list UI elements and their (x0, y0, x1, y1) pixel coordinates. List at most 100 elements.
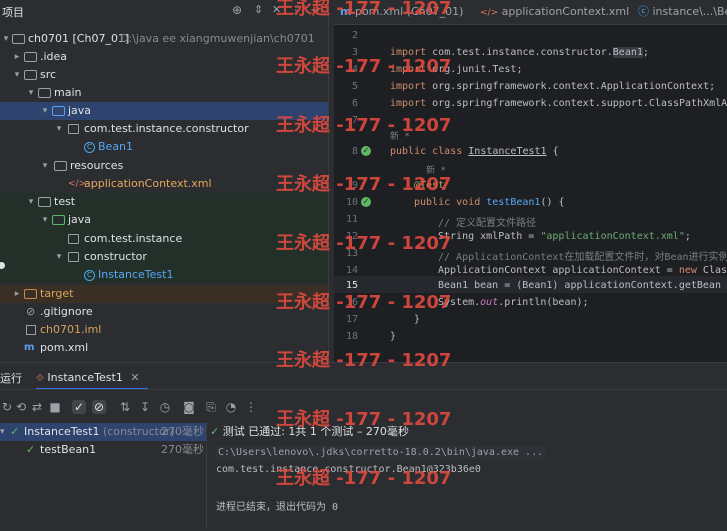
tree-row-gitignore[interactable]: ⊘ .gitignore (0, 303, 328, 321)
toggle-autotest-icon[interactable]: ⇄ (30, 400, 44, 414)
code-line-11: // 定义配置文件路径 (438, 214, 536, 229)
history-icon[interactable]: ◷ (158, 400, 172, 414)
show-ignored-icon[interactable]: ⊘ (92, 400, 106, 414)
close-icon[interactable]: ✕ (272, 3, 281, 16)
code-line-8: public class InstanceTest1 { (390, 146, 559, 157)
show-passed-icon[interactable]: ✓ (72, 400, 86, 414)
tree-label: java (68, 211, 91, 229)
line-number: 16 (334, 297, 358, 308)
run-tool-label: 运行 (0, 370, 22, 386)
rerun-failed-icon[interactable]: ⟲ (14, 400, 28, 414)
tree-row-main-java[interactable]: ▾ java (0, 102, 328, 120)
line-number: 7 (334, 115, 358, 126)
tree-row-resources[interactable]: ▾ resources (0, 157, 328, 175)
coverage-icon[interactable]: ◔ (224, 400, 238, 414)
code-line-17: } (414, 314, 420, 325)
tree-row-test-java[interactable]: ▾ java (0, 211, 328, 229)
tree-row-bean1[interactable]: C Bean1 (0, 138, 328, 156)
tree-row-main[interactable]: ▾ main (0, 84, 328, 102)
tab-label: applicationContext.xml (502, 5, 630, 18)
code-line-14: ApplicationContext applicationContext = … (438, 265, 727, 276)
line-number: 8 (334, 146, 358, 157)
chevron-down-icon[interactable]: ▾ (26, 193, 36, 211)
run-test-class-icon[interactable]: ✓ (361, 146, 371, 156)
chevron-down-icon[interactable]: ▾ (0, 423, 5, 441)
expand-collapse-icon[interactable]: ⇕ (254, 3, 263, 16)
test-duration: 270毫秒 (161, 441, 204, 459)
package-icon (68, 124, 79, 134)
tab-label: instance\...\Bean1 (653, 5, 727, 18)
line-number: 13 (334, 248, 358, 259)
tree-row-src[interactable]: ▾ src (0, 66, 328, 84)
chevron-down-icon[interactable]: ▾ (40, 102, 50, 120)
tree-row-package-test-constructor[interactable]: ▾ constructor (0, 248, 328, 266)
test-passed-icon: ✓ (210, 425, 219, 438)
test-duration: 270毫秒 (161, 423, 204, 441)
target-icon[interactable]: ⊕ (232, 3, 242, 17)
tree-label: com.test.instance (84, 230, 182, 248)
tab-run-config[interactable]: ⟐ InstanceTest1 ✕ (36, 368, 148, 390)
chevron-down-icon[interactable]: ▾ (40, 157, 50, 175)
chevron-down-icon[interactable]: ▾ (54, 248, 64, 266)
tab-bean1[interactable]: ⓒ instance\...\Bean1 (638, 0, 727, 24)
chevron-right-icon[interactable]: ▸ (12, 285, 22, 303)
chevron-right-icon[interactable]: ▸ (12, 48, 22, 66)
chevron-down-icon[interactable]: ▾ (40, 211, 50, 229)
stop-icon[interactable]: ■ (48, 400, 62, 414)
chevron-down-icon[interactable]: ▾ (54, 120, 64, 138)
console-command-line[interactable]: C:\Users\lenovo\.jdks\corretto-18.0.2\bi… (216, 446, 545, 459)
tree-label: src (40, 66, 56, 84)
tab-pom[interactable]: m pom.xml (Ch07_01) (340, 0, 463, 24)
line-number: 18 (334, 331, 358, 342)
tree-row-pom[interactable]: m pom.xml (0, 339, 328, 357)
code-line-13: // ApplicationContext在加载配置文件时，对Bean进行实例 (438, 248, 727, 263)
tree-row-idea[interactable]: ▸ .idea (0, 48, 328, 66)
tree-row-package-instance[interactable]: com.test.instance (0, 230, 328, 248)
chevron-down-icon[interactable]: ▾ (26, 84, 36, 102)
folder-icon (24, 52, 37, 62)
project-header-label: 项目 (2, 4, 24, 20)
test-tree-row-class[interactable]: ▾ ✓ InstanceTest1 (constructor) 270毫秒 (0, 423, 206, 441)
tree-label: Bean1 (98, 138, 133, 156)
run-test-method-icon[interactable]: ✓ (361, 197, 371, 207)
line-number: 11 (334, 214, 358, 225)
sort-duration-icon[interactable]: ↧ (138, 400, 152, 414)
tree-row-applicationcontext[interactable]: </> applicationContext.xml (0, 175, 328, 193)
line-number: 15 (334, 280, 358, 291)
tree-row-target[interactable]: ▸ target (0, 285, 328, 303)
code-line-5: import org.springframework.context.Appli… (390, 81, 715, 92)
package-icon (68, 234, 79, 244)
source-folder-icon (52, 106, 65, 116)
tree-row-iml[interactable]: ch0701.iml (0, 321, 328, 339)
test-status-text: 测试 已通过: 1共 1 个测试 – 270毫秒 (223, 425, 409, 438)
console-output-line: com.test.instance.constructor.Bean1@323b… (216, 464, 481, 475)
test-method-label: testBean1 (40, 441, 96, 459)
tree-label: com.test.instance.constructor (84, 120, 249, 138)
chevron-down-icon[interactable]: ▾ (12, 66, 22, 84)
import-tests-icon[interactable]: ⎘ (204, 400, 218, 414)
line-number: 3 (334, 47, 358, 58)
code-line-4: import org.junit.Test; (390, 64, 523, 75)
screenshot-icon[interactable]: ◙ (182, 400, 196, 414)
run-config-icon: ⟐ (36, 373, 44, 384)
folder-icon (38, 88, 51, 98)
sort-alpha-icon[interactable]: ⇅ (118, 400, 132, 414)
minimize-icon[interactable]: − (310, 3, 320, 17)
rerun-icon[interactable]: ↻ (0, 400, 14, 414)
tree-row-project-root[interactable]: ▾ ch0701 [Ch07_01] D:\java ee xiangmuwen… (0, 30, 328, 48)
more-icon[interactable]: ⋮ (290, 3, 302, 17)
tree-row-instancetest1[interactable]: C InstanceTest1 (0, 266, 328, 284)
chevron-down-icon[interactable]: ▾ (1, 30, 11, 48)
tree-label: .idea (40, 48, 67, 66)
tab-applicationcontext[interactable]: </> applicationContext.xml (480, 0, 629, 24)
package-icon (68, 252, 79, 262)
code-line-9: @Test (414, 180, 444, 191)
tree-row-test[interactable]: ▾ test (0, 193, 328, 211)
line-number: 14 (334, 265, 358, 276)
project-path: D:\java ee xiangmuwenjian\ch0701 (120, 30, 315, 48)
close-icon[interactable]: ✕ (130, 371, 139, 384)
more-icon[interactable]: ⋮ (244, 400, 258, 414)
tree-label: test (54, 193, 75, 211)
test-tree-row-method[interactable]: ✓ testBean1 270毫秒 (0, 441, 206, 459)
tree-row-package-constructor[interactable]: ▾ com.test.instance.constructor (0, 120, 328, 138)
